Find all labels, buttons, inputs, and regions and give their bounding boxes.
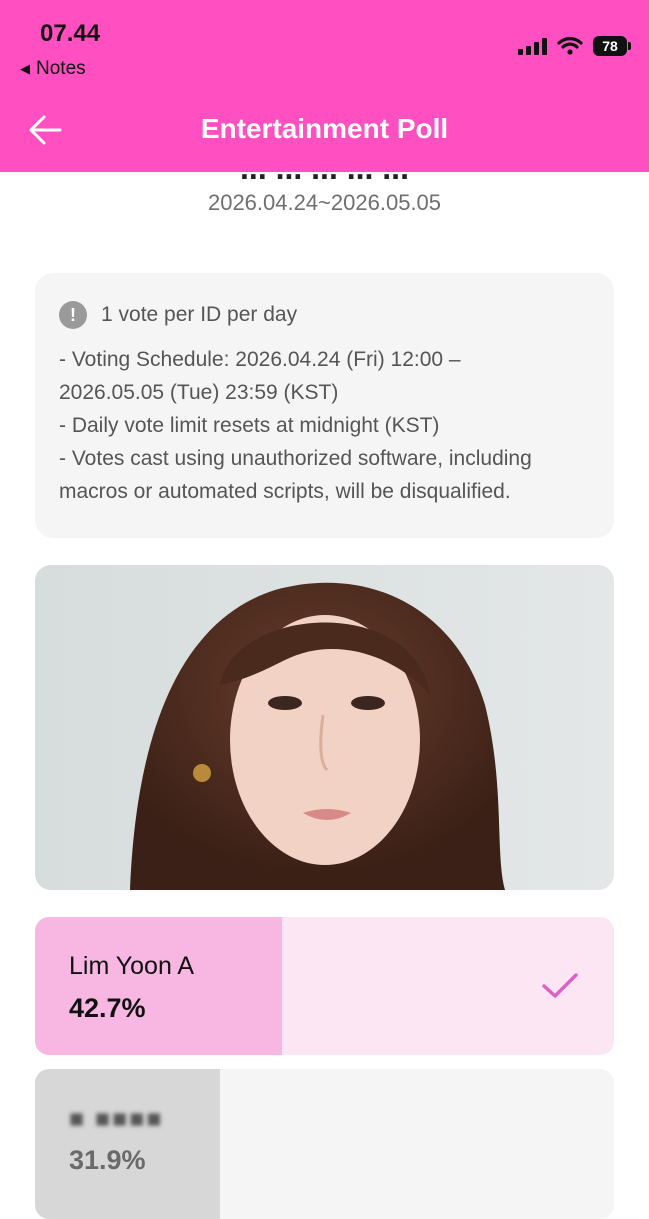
option-percent: 42.7%: [69, 993, 146, 1023]
poll-date-range: 2026.04.24~2026.05.05: [207, 190, 442, 215]
notice-line: 2026.05.05 (Tue) 23:59 (KST): [59, 381, 339, 404]
notice-line: - Votes cast using unauthorized software…: [59, 447, 532, 470]
notice-line: macros or automated scripts, will be dis…: [59, 480, 511, 503]
notice-line: - Voting Schedule: 2026.04.24 (Fri) 12:0…: [59, 348, 461, 371]
check-icon: [542, 973, 578, 998]
info-icon: !: [59, 301, 87, 329]
status-back-label: Notes: [36, 58, 86, 79]
poll-option-2[interactable]: ■ ■■■■ 31.9%: [35, 1069, 614, 1219]
option-name: Lim Yoon A: [69, 952, 195, 980]
battery-icon: 78: [593, 36, 631, 56]
notice-title: 1 vote per ID per day: [101, 303, 298, 326]
signal-icon: [518, 37, 547, 55]
notice-line: - Daily vote limit resets at midnight (K…: [59, 414, 440, 437]
wifi-icon: [557, 37, 583, 55]
app-header: 07.44 ◀ Notes 78 Entertainment Poll: [0, 0, 649, 172]
page-title: Entertainment Poll: [200, 113, 449, 144]
battery-level: 78: [602, 38, 618, 54]
vote-share-bar: [35, 1069, 220, 1219]
status-time: 07.44: [40, 20, 101, 47]
status-icons: 78: [518, 36, 631, 56]
status-back-link[interactable]: ◀ Notes: [20, 58, 86, 80]
poll-option-lim-yoon-a[interactable]: Lim Yoon A 42.7%: [35, 917, 614, 1055]
candidate-photo: [35, 565, 614, 890]
option-name: ■ ■■■■: [69, 1105, 164, 1133]
option-percent: 31.9%: [69, 1145, 146, 1175]
vote-share-bar: [35, 917, 283, 1055]
voting-notice: ! 1 vote per ID per day - Voting Schedul…: [35, 273, 614, 538]
back-triangle-icon: ◀: [20, 61, 30, 76]
